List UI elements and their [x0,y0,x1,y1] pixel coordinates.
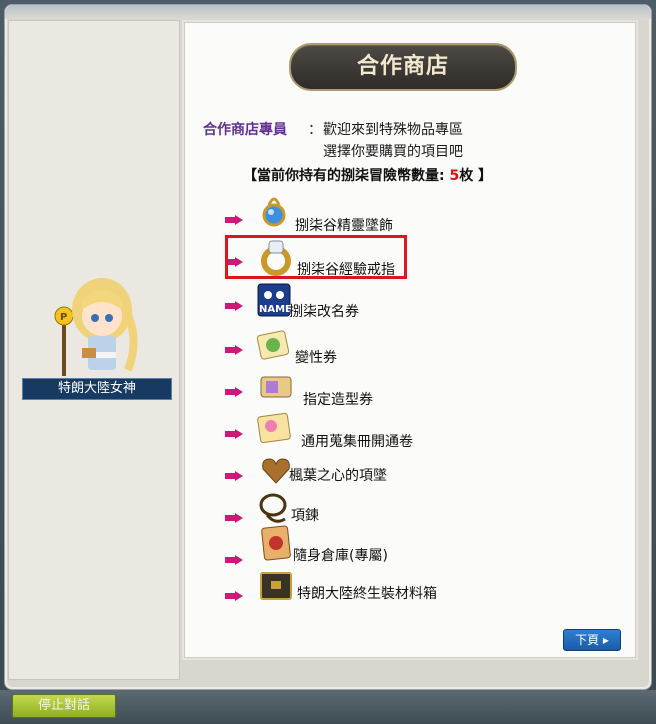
greeting-line-2: 選擇你要購買的項目吧 [323,144,463,160]
item-style-ticket[interactable]: 指定造型券 [225,367,505,409]
item-label: 隨身倉庫(專屬) [293,548,388,564]
pink-arrow-icon [225,555,243,565]
item-label: 捌柒改名券 [289,304,359,320]
frame-top-bar [5,5,651,19]
greeting-line-1: 歡迎來到特殊物品專區 [323,122,463,138]
collection-book-icon [257,412,291,444]
coin-count-prefix: 【當前你持有的捌柒冒險幣數量: [243,168,450,184]
shop-title: 合作商店 [289,43,517,91]
pendant-icon [262,197,286,227]
item-label: 項鍊 [291,508,319,524]
gender-ticket-icon [256,330,290,360]
item-label: 特朗大陸終生裝材料箱 [297,586,437,602]
pink-arrow-icon [225,429,243,439]
coin-count-value: 5 [449,168,460,184]
item-label: 變性券 [295,350,337,366]
item-treasure-box[interactable]: 特朗大陸終生裝材料箱 [225,571,505,613]
treasure-box-icon [260,572,292,600]
npc-avatar: P [54,278,138,376]
svg-text:P: P [60,312,67,323]
necklace-icon [259,493,287,523]
stop-conversation-button[interactable]: 停止對話 [12,694,116,718]
item-label: 楓葉之心的項墜 [289,468,387,484]
pink-arrow-icon [225,387,243,397]
name-ticket-icon: NAME [257,283,292,317]
item-rename-ticket[interactable]: NAME 捌柒改名券 [225,281,505,323]
next-page-button[interactable]: 下頁 ▸ [563,629,621,651]
shop-panel: 合作商店 合作商店專員 ： 歡迎來到特殊物品專區 選擇你要購買的項目吧 【當前你… [184,22,636,658]
pink-arrow-icon [225,301,243,311]
item-gender-ticket[interactable]: 變性券 [225,325,505,367]
item-pendant[interactable]: 捌柒谷精靈墜飾 [225,195,505,237]
pink-arrow-icon [225,513,243,523]
item-collection-book[interactable]: 通用蒐集冊開通卷 [225,409,505,451]
speaker-name: 合作商店專員 [203,122,287,138]
pink-arrow-icon [225,345,243,355]
pink-arrow-icon [225,215,243,225]
pink-arrow-icon [225,591,243,601]
item-label: 指定造型券 [303,392,373,408]
svg-text:NAME: NAME [259,304,292,315]
selection-highlight [225,235,407,279]
speaker-colon: ： [308,122,322,138]
coin-count-suffix: 枚 】 [459,168,493,184]
npc-name-label: 特朗大陸女神 [22,378,172,400]
item-label: 捌柒谷精靈墜飾 [295,218,393,234]
style-ticket-icon [260,376,292,398]
storage-icon [261,525,291,561]
coin-count: 【當前你持有的捌柒冒險幣數量: 5枚 】 [243,165,492,185]
item-heart-pendant[interactable]: 楓葉之心的項墜 [225,451,505,493]
pink-arrow-icon [225,471,243,481]
item-label: 通用蒐集冊開通卷 [301,434,413,450]
